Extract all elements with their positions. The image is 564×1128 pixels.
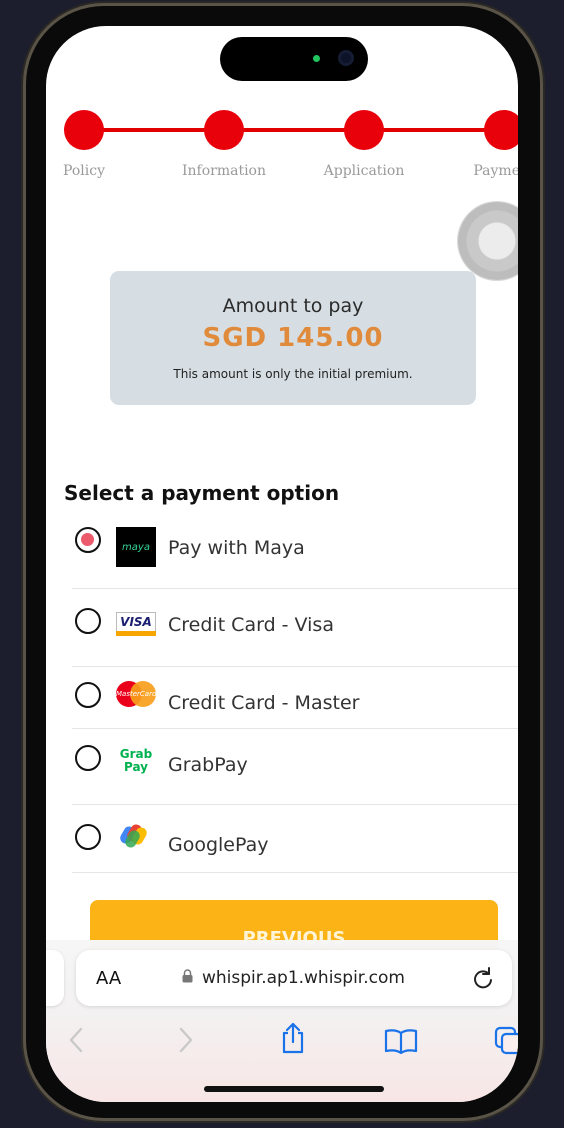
option-label: Credit Card - Visa <box>168 614 334 636</box>
payment-option-maya[interactable]: maya Pay with Maya <box>72 516 518 589</box>
step-label: Policy <box>63 163 105 179</box>
back-icon[interactable] <box>68 1026 84 1054</box>
step-policy: Policy <box>63 110 105 179</box>
maya-logo-icon: maya <box>116 527 156 567</box>
camera-indicator-icon <box>313 55 320 62</box>
progress-stepper: Policy Information Application Payment <box>63 110 518 190</box>
radio-button[interactable] <box>75 682 101 708</box>
amount-card: Amount to pay SGD 145.00 This amount is … <box>110 271 476 405</box>
tabs-icon[interactable] <box>494 1026 518 1056</box>
address-bar[interactable]: AA whispir.ap1.whispir.com <box>76 950 512 1006</box>
bookmarks-icon[interactable] <box>384 1028 418 1054</box>
lock-icon <box>182 969 193 983</box>
radio-button[interactable] <box>75 745 101 771</box>
url-text[interactable]: whispir.ap1.whispir.com <box>202 968 405 988</box>
step-dot <box>64 110 104 150</box>
text-size-button[interactable]: AA <box>96 968 121 989</box>
previous-tab-peek[interactable] <box>46 950 64 1006</box>
step-label: Payment <box>473 163 518 179</box>
option-label: Pay with Maya <box>168 537 305 559</box>
googlepay-logo-icon <box>116 822 156 852</box>
step-dot <box>204 110 244 150</box>
share-icon[interactable] <box>279 1022 307 1054</box>
visa-logo-icon: VISA <box>116 612 156 638</box>
assistive-touch-button[interactable] <box>458 202 518 280</box>
forward-icon[interactable] <box>178 1026 194 1054</box>
step-label: Application <box>323 163 405 179</box>
radio-button[interactable] <box>75 824 101 850</box>
browser-toolbar: AA whispir.ap1.whispir.com <box>46 940 518 1102</box>
payment-option-visa[interactable]: VISA Credit Card - Visa <box>72 588 518 667</box>
radio-button[interactable] <box>75 608 101 634</box>
step-dot <box>484 110 518 150</box>
reload-icon[interactable] <box>472 966 494 990</box>
option-label: GooglePay <box>168 834 269 856</box>
radio-selected[interactable] <box>75 527 101 553</box>
step-payment: Payment <box>473 110 518 179</box>
mastercard-logo-icon: MasterCard <box>116 681 156 707</box>
step-dot <box>344 110 384 150</box>
home-indicator[interactable] <box>204 1086 384 1092</box>
dynamic-island <box>220 37 368 81</box>
payment-option-googlepay[interactable]: GooglePay <box>72 804 518 873</box>
option-label: Credit Card - Master <box>168 692 360 714</box>
step-label: Information <box>181 163 267 179</box>
payment-option-grabpay[interactable]: Grab Pay GrabPay <box>72 728 518 805</box>
amount-title: Amount to pay <box>222 295 364 317</box>
camera-lens-icon <box>338 50 354 66</box>
phone-screen: Policy Information Application Payment A… <box>46 26 518 1102</box>
amount-value: SGD 145.00 <box>202 323 384 353</box>
payment-heading: Select a payment option <box>64 481 340 505</box>
option-label: GrabPay <box>168 754 248 776</box>
step-information: Information <box>182 110 266 179</box>
amount-note: This amount is only the initial premium. <box>173 367 413 381</box>
payment-option-master[interactable]: MasterCard Credit Card - Master <box>72 666 518 729</box>
stepper-line <box>84 128 504 132</box>
grabpay-logo-icon: Grab Pay <box>119 747 153 774</box>
step-application: Application <box>324 110 404 179</box>
